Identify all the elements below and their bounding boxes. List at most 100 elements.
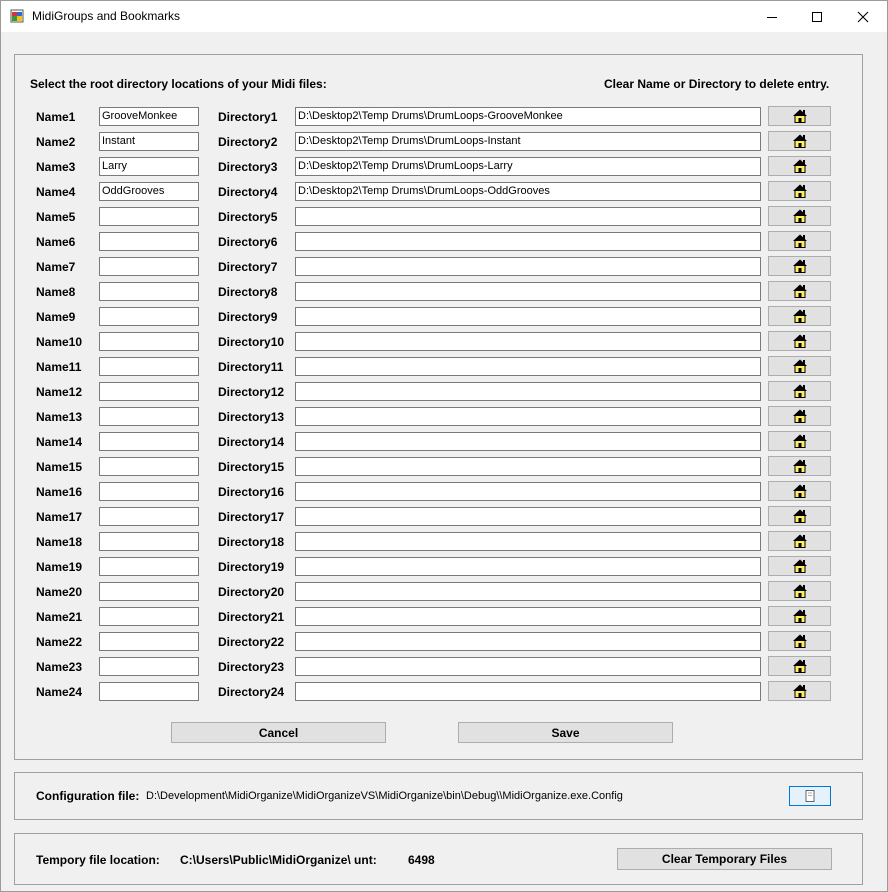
browse-directory-button[interactable] — [768, 631, 831, 651]
directory-input[interactable]: D:\Desktop2\Temp Drums\DrumLoops-Larry — [295, 157, 761, 176]
name-input[interactable] — [99, 457, 199, 476]
folder-home-icon — [792, 459, 807, 473]
close-icon — [857, 11, 869, 22]
browse-directory-button[interactable] — [768, 231, 831, 251]
directory-input[interactable] — [295, 332, 761, 351]
browse-directory-button[interactable] — [768, 656, 831, 676]
directory-label: Directory12 — [218, 385, 285, 399]
name-input[interactable]: OddGrooves — [99, 182, 199, 201]
directory-input[interactable] — [295, 532, 761, 551]
name-label: Name6 — [36, 235, 76, 249]
browse-directory-button[interactable] — [768, 556, 831, 576]
folder-home-icon — [792, 109, 807, 123]
name-label: Name4 — [36, 185, 76, 199]
directory-input[interactable] — [295, 457, 761, 476]
name-input[interactable] — [99, 282, 199, 301]
name-input[interactable] — [99, 682, 199, 701]
browse-directory-button[interactable] — [768, 481, 831, 501]
directory-input[interactable] — [295, 632, 761, 651]
directory-input[interactable]: D:\Desktop2\Temp Drums\DrumLoops-GrooveM… — [295, 107, 761, 126]
name-input[interactable] — [99, 607, 199, 626]
browse-directory-button[interactable] — [768, 131, 831, 151]
name-label: Name9 — [36, 310, 76, 324]
browse-directory-button[interactable] — [768, 106, 831, 126]
open-config-button[interactable] — [789, 786, 831, 806]
directory-input[interactable] — [295, 307, 761, 326]
folder-home-icon — [792, 259, 807, 273]
browse-directory-button[interactable] — [768, 681, 831, 701]
browse-directory-button[interactable] — [768, 256, 831, 276]
browse-directory-button[interactable] — [768, 281, 831, 301]
browse-directory-button[interactable] — [768, 581, 831, 601]
name-input[interactable] — [99, 382, 199, 401]
name-input[interactable] — [99, 532, 199, 551]
maximize-button[interactable] — [794, 1, 840, 32]
browse-directory-button[interactable] — [768, 356, 831, 376]
name-input[interactable] — [99, 432, 199, 451]
minimize-button[interactable] — [749, 1, 795, 32]
browse-directory-button[interactable] — [768, 156, 831, 176]
name-label: Name19 — [36, 560, 83, 574]
browse-directory-button[interactable] — [768, 606, 831, 626]
directory-input[interactable] — [295, 357, 761, 376]
directory-label: Directory11 — [218, 360, 284, 374]
cancel-button[interactable]: Cancel — [171, 722, 386, 743]
name-input[interactable]: Larry — [99, 157, 199, 176]
name-input[interactable] — [99, 357, 199, 376]
folder-home-icon — [792, 209, 807, 223]
browse-directory-button[interactable] — [768, 456, 831, 476]
instruction-label: Select the root directory locations of y… — [30, 77, 327, 91]
browse-directory-button[interactable] — [768, 406, 831, 426]
clear-temp-files-button[interactable]: Clear Temporary Files — [617, 848, 832, 870]
name-input[interactable] — [99, 307, 199, 326]
directory-input[interactable] — [295, 657, 761, 676]
directory-input[interactable] — [295, 507, 761, 526]
name-input[interactable] — [99, 632, 199, 651]
config-file-label: Configuration file: — [36, 789, 140, 803]
directory-input[interactable] — [295, 282, 761, 301]
directory-input[interactable] — [295, 382, 761, 401]
browse-directory-button[interactable] — [768, 331, 831, 351]
directory-label: Directory9 — [218, 310, 278, 324]
directory-input[interactable] — [295, 682, 761, 701]
folder-home-icon — [792, 359, 807, 373]
browse-directory-button[interactable] — [768, 206, 831, 226]
browse-directory-button[interactable] — [768, 531, 831, 551]
name-label: Name21 — [36, 610, 83, 624]
name-input[interactable] — [99, 407, 199, 426]
name-input[interactable]: Instant — [99, 132, 199, 151]
name-input[interactable] — [99, 657, 199, 676]
directory-input[interactable] — [295, 582, 761, 601]
directory-input[interactable] — [295, 432, 761, 451]
close-button[interactable] — [840, 1, 886, 32]
directory-label: Directory6 — [218, 235, 278, 249]
folder-home-icon — [792, 659, 807, 673]
browse-directory-button[interactable] — [768, 381, 831, 401]
name-input[interactable] — [99, 332, 199, 351]
browse-directory-button[interactable] — [768, 181, 831, 201]
name-input[interactable] — [99, 482, 199, 501]
temp-location-label: Tempory file location: — [36, 853, 160, 867]
folder-home-icon — [792, 534, 807, 548]
directory-input[interactable] — [295, 557, 761, 576]
directory-input[interactable] — [295, 232, 761, 251]
directory-input[interactable] — [295, 482, 761, 501]
browse-directory-button[interactable] — [768, 506, 831, 526]
name-input[interactable] — [99, 507, 199, 526]
directory-input[interactable] — [295, 607, 761, 626]
directory-input[interactable] — [295, 207, 761, 226]
name-input[interactable] — [99, 207, 199, 226]
directory-input[interactable]: D:\Desktop2\Temp Drums\DrumLoops-OddGroo… — [295, 182, 761, 201]
browse-directory-button[interactable] — [768, 306, 831, 326]
save-button[interactable]: Save — [458, 722, 673, 743]
name-input[interactable] — [99, 557, 199, 576]
directory-input[interactable] — [295, 407, 761, 426]
directory-input[interactable]: D:\Desktop2\Temp Drums\DrumLoops-Instant — [295, 132, 761, 151]
config-file-path: D:\Development\MidiOrganize\MidiOrganize… — [146, 790, 623, 802]
directory-input[interactable] — [295, 257, 761, 276]
name-input[interactable]: GrooveMonkee — [99, 107, 199, 126]
name-input[interactable] — [99, 582, 199, 601]
name-input[interactable] — [99, 232, 199, 251]
name-input[interactable] — [99, 257, 199, 276]
browse-directory-button[interactable] — [768, 431, 831, 451]
